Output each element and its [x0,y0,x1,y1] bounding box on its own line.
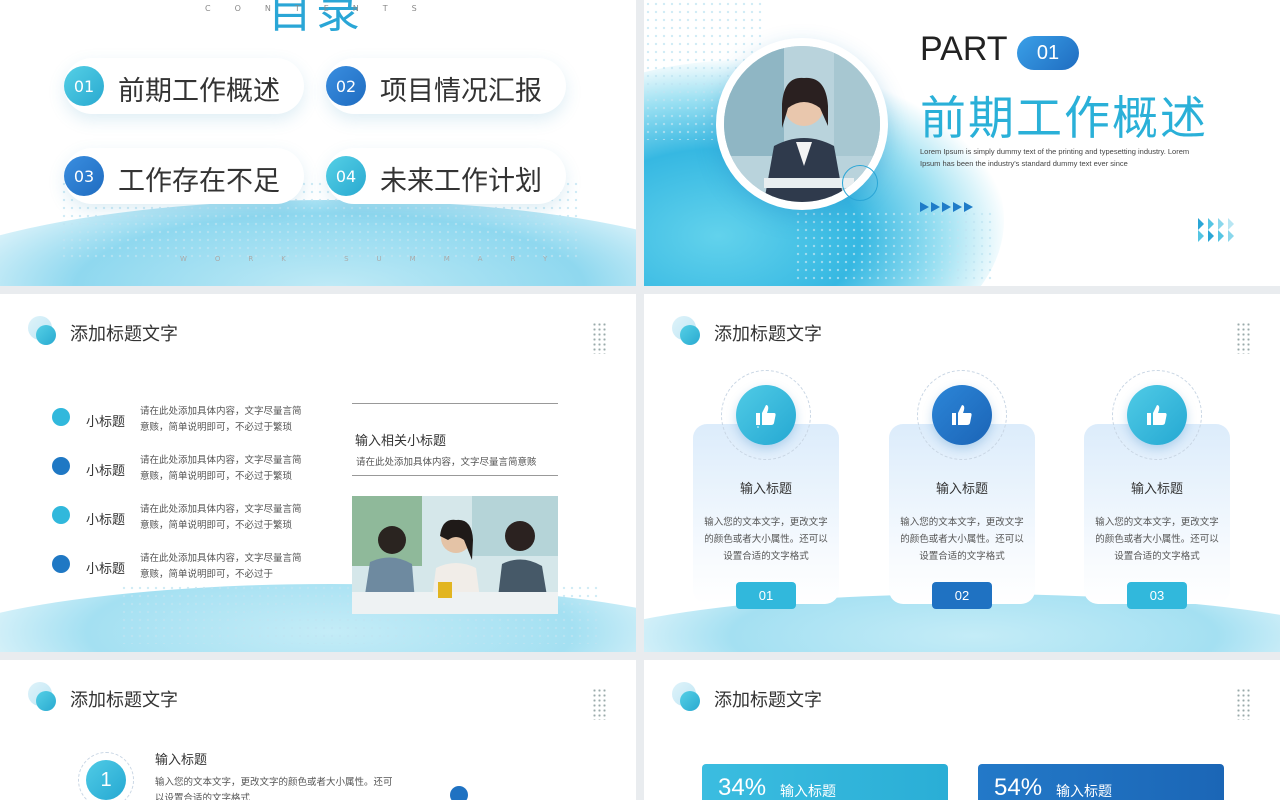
part-description: Lorem Ipsum is simply dummy text of the … [920,147,1190,168]
card-title: 输入标题 [739,482,792,497]
slide-thumbnail-stats[interactable]: 添加标题文字 34% 输入标题 54% 输入标题 [644,660,1280,800]
slide-thumbnail-part-01[interactable]: PART 01 前期工作概述 Lorem Ipsum is simply dum… [644,0,1280,286]
row-label: 小标题 [86,415,126,430]
section-bubble-icon [672,316,702,346]
row-text: 请在此处添加具体内容，文字尽量言简意赅，简单说明即可，不必过于繁琐 [140,406,302,433]
toc-label: 工作存在不足 [118,166,280,197]
toc-number: 04 [326,156,366,196]
part-title: 前期工作概述 [920,91,1208,145]
team-meeting-photo [352,496,558,614]
stat-label: 输入标题 [1056,784,1113,800]
row-text: 请在此处添加具体内容，文字尽量言简意赅，简单说明即可，不必过于繁琐 [140,455,302,482]
grid-dots-decoration [592,688,608,720]
slide-thumbnail-three-cards[interactable]: 添加标题文字 输入标题 输入您的文本文字，更改文字的颜色或者大小属性。还可以设置… [644,294,1280,652]
toc-label: 前期工作概述 [118,76,280,107]
bullet-dot [52,555,70,573]
item-number: 1 [86,760,126,800]
arrow-icon [964,202,973,212]
toc-item-4[interactable]: 04 未来工作计划 [326,148,566,204]
row-label: 小标题 [86,562,126,577]
stat-label: 输入标题 [780,784,837,800]
grid-dots-decoration [1236,688,1252,720]
part-number-badge: 01 [1017,36,1079,70]
side-subtitle: 输入相关小标题 [355,434,447,449]
triangle-pattern-icon [1198,218,1234,242]
footer-text: WORK SUMMARY [180,255,576,263]
slide-thumbnail-contents[interactable]: 目录 CONTENTS 01 前期工作概述 02 项目情况汇报 03 工作存在不… [0,0,636,286]
card-text: 输入您的文本文字，更改文字的颜色或者大小属性。还可以设置合适的文字格式 [1095,517,1219,562]
section-title: 添加标题文字 [714,324,822,345]
arrow-icon [931,202,940,212]
stat-box-1[interactable]: 34% 输入标题 [702,764,948,800]
toc-label: 未来工作计划 [380,166,542,197]
bullet-dot [450,786,468,800]
divider [352,475,558,476]
stat-box-2[interactable]: 54% 输入标题 [978,764,1224,800]
item-text: 输入您的文本文字，更改文字的颜色或者大小属性。还可以设置合适的文字格式 [155,777,393,800]
bullet-dot [52,457,70,475]
thumbs-up-icon [736,385,796,445]
toc-number: 01 [64,66,104,106]
section-bubble-icon [672,682,702,712]
toc-number: 02 [326,66,366,106]
row-text: 请在此处添加具体内容，文字尽量言简意赅，简单说明即可，不必过于 [140,553,302,580]
stat-percent: 54% [994,774,1043,800]
grid-dots-decoration [1236,322,1252,354]
part-label: PART [920,30,1008,68]
thumbs-up-icon [932,385,992,445]
card-title: 输入标题 [935,482,988,497]
card-title: 输入标题 [1130,482,1183,497]
dot-pattern [794,210,994,280]
toc-item-2[interactable]: 02 项目情况汇报 [326,58,566,114]
side-text: 请在此处添加具体内容，文字尽量言简意赅 [356,457,537,468]
decorative-ring [842,165,878,201]
card-number-button[interactable]: 03 [1127,582,1187,609]
slide-thumbnail-numbered-item[interactable]: 添加标题文字 1 输入标题 输入您的文本文字，更改文字的颜色或者大小属性。还可以… [0,660,636,800]
row-text: 请在此处添加具体内容，文字尽量言简意赅，简单说明即可，不必过于繁琐 [140,504,302,531]
arrow-decoration [920,202,973,212]
toc-number: 03 [64,156,104,196]
contents-subtitle: CONTENTS [205,4,441,13]
section-title: 添加标题文字 [70,690,178,711]
card-text: 输入您的文本文字，更改文字的颜色或者大小属性。还可以设置合适的文字格式 [900,517,1024,562]
section-title: 添加标题文字 [714,690,822,711]
toc-label: 项目情况汇报 [380,76,542,107]
toc-item-3[interactable]: 03 工作存在不足 [64,148,304,204]
section-bubble-icon [28,316,58,346]
bullet-dot [52,408,70,426]
arrow-icon [953,202,962,212]
thumbs-up-icon [1127,385,1187,445]
arrow-icon [920,202,929,212]
divider [352,403,558,404]
slide-thumbnail-subtitle-list[interactable]: 添加标题文字 小标题 请在此处添加具体内容，文字尽量言简意赅，简单说明即可，不必… [0,294,636,652]
card-number-button[interactable]: 02 [932,582,992,609]
row-label: 小标题 [86,464,126,479]
grid-dots-decoration [592,322,608,354]
card-number-button[interactable]: 01 [736,582,796,609]
toc-item-1[interactable]: 01 前期工作概述 [64,58,304,114]
row-label: 小标题 [86,513,126,528]
item-title: 输入标题 [155,753,208,768]
section-title: 添加标题文字 [70,324,178,345]
stat-percent: 34% [718,774,767,800]
card-text: 输入您的文本文字，更改文字的颜色或者大小属性。还可以设置合适的文字格式 [704,517,828,562]
bullet-dot [52,506,70,524]
section-bubble-icon [28,682,58,712]
arrow-icon [942,202,951,212]
